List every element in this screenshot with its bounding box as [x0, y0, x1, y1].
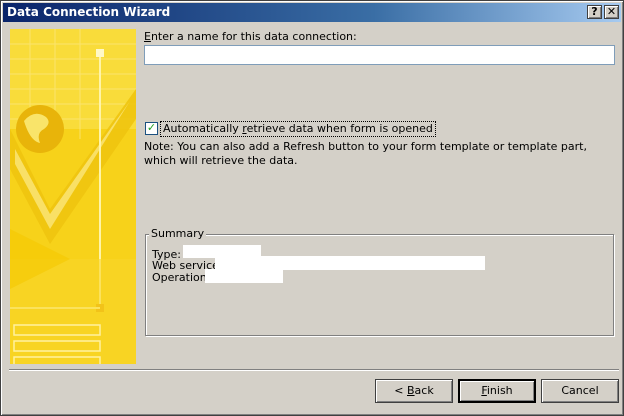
help-button[interactable]: ? [587, 5, 602, 19]
finish-button[interactable]: Finish [458, 379, 536, 403]
redacted-name-text [149, 49, 224, 62]
wizard-side-graphic [10, 29, 136, 364]
summary-legend: Summary [149, 227, 207, 240]
back-button[interactable]: < Back [375, 379, 453, 403]
title-bar: Data Connection Wizard [3, 3, 621, 22]
auto-retrieve-label[interactable]: Automatically retrieve data when form is… [160, 121, 436, 137]
redacted-operation-value [205, 269, 283, 283]
close-button[interactable]: ✕ [604, 5, 619, 19]
connection-name-label: Enter a name for this data connection: [144, 30, 357, 43]
wizard-window: Data Connection Wizard ? ✕ Enter a name … [0, 0, 624, 416]
redacted-service-value [215, 256, 485, 270]
footer-separator [9, 369, 619, 371]
auto-retrieve-checkbox[interactable]: ✓ [145, 122, 158, 135]
cancel-button[interactable]: Cancel [541, 379, 619, 403]
refresh-note: Note: You can also add a Refresh button … [144, 140, 587, 167]
summary-operation-label: Operation: [152, 271, 211, 284]
window-title: Data Connection Wizard [7, 5, 171, 19]
